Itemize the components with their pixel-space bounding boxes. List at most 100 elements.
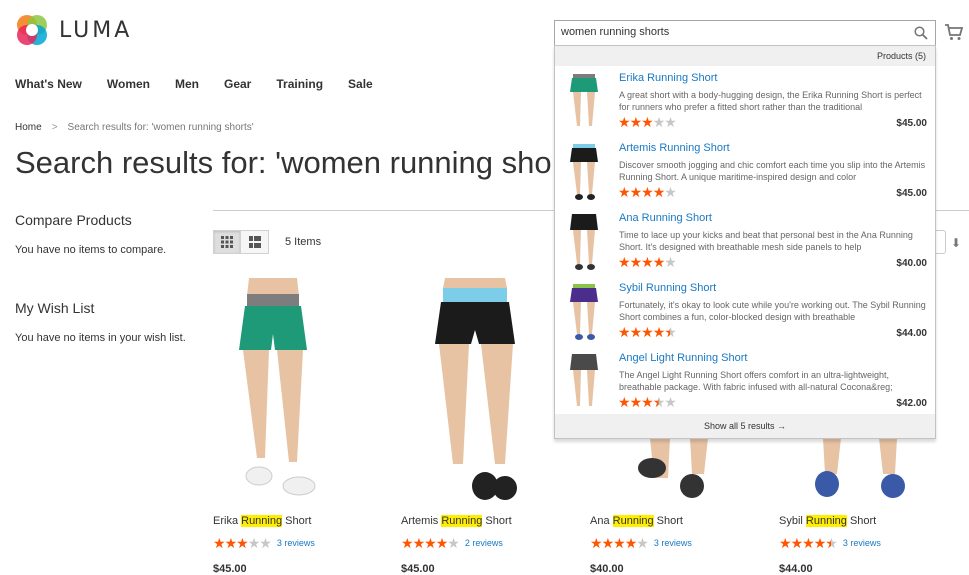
star-empty-icon: ★ [636,535,649,551]
product-name-prefix: Ana [590,515,613,527]
reviews-link[interactable]: 3 reviews [277,538,315,548]
suggestion-thumbnail [570,144,598,200]
suggestion-rating-stars: ★★★★★ [618,254,677,270]
sort-select[interactable] [936,230,946,254]
product-name[interactable]: Sybil Running Short [779,515,876,527]
rating-stars: ★★★★★ [401,535,460,551]
star-filled-icon: ★ [652,254,666,270]
star-filled-icon: ★ [424,535,437,551]
product-rating: ★★★★★ 3 reviews [779,536,881,550]
product-price: $44.00 [779,563,813,575]
suggestion-item[interactable]: Sybil Running Short Fortunately, it's ok… [555,276,935,346]
star-filled-icon: ★ [618,254,631,270]
star-filled-icon: ★ [435,535,449,551]
reviews-link[interactable]: 3 reviews [654,538,692,548]
star-filled-icon: ★ [618,394,631,410]
product-rating: ★★★★★ 3 reviews [590,536,692,550]
suggestion-item[interactable]: Angel Light Running Short The Angel Ligh… [555,346,935,416]
star-filled-icon: ★ [236,535,249,551]
product-name-suffix: Short [846,515,877,527]
star-filled-icon: ★ [618,114,631,130]
nav-item-women[interactable]: Women [107,77,150,91]
sort-direction-icon[interactable]: ⬇ [951,236,961,250]
suggestion-rating-stars: ★★★★★ [618,114,677,130]
product-image[interactable] [401,278,561,502]
breadcrumb-separator: > [51,122,58,133]
star-filled-icon: ★ [652,324,666,340]
suggestion-item[interactable]: Artemis Running Short Discover smooth jo… [555,136,935,206]
suggestion-description: A great short with a body-hugging design… [619,90,922,112]
star-filled-icon: ★ [641,394,654,410]
nav-item-whats-new[interactable]: What's New [15,77,82,91]
star-empty-icon: ★ [664,254,677,270]
search-icon[interactable] [914,26,928,40]
star-half-icon: ★ [664,324,677,340]
suggestion-name[interactable]: Ana Running Short [619,212,712,224]
suggestion-rating-stars: ★★★★★ [618,324,677,340]
star-filled-icon: ★ [601,535,615,551]
show-all-results-link[interactable]: Show all 5 results → [555,414,935,438]
suggestion-price: $42.00 [896,398,927,409]
star-filled-icon: ★ [613,535,626,551]
star-filled-icon: ★ [224,535,238,551]
star-half-icon: ★ [652,394,666,410]
luma-logo-icon [15,13,49,47]
compare-products-block: Compare Products You have no items to co… [15,212,166,256]
star-filled-icon: ★ [641,324,654,340]
product-name-prefix: Sybil [779,515,806,527]
suggestion-thumbnail [570,284,598,340]
product-name[interactable]: Artemis Running Short [401,515,512,527]
nav-item-sale[interactable]: Sale [348,77,373,91]
reviews-link[interactable]: 3 reviews [843,538,881,548]
search-box [554,20,936,46]
toolbar-item-count: 5 Items [285,236,322,248]
grid-view-button[interactable] [213,230,241,254]
product-name-prefix: Artemis [401,515,442,527]
star-filled-icon: ★ [618,324,631,340]
star-filled-icon: ★ [624,535,638,551]
brand-name: LUMA [59,17,133,43]
search-term-highlight: Running [441,515,483,527]
product-price: $45.00 [213,563,247,575]
suggestion-name[interactable]: Artemis Running Short [619,142,730,154]
star-empty-icon: ★ [652,114,666,130]
search-term-highlight: Running [805,515,847,527]
product-name[interactable]: Erika Running Short [213,515,311,527]
luma-logo[interactable]: LUMA [15,13,132,47]
search-term-highlight: Running [241,515,283,527]
suggestion-name[interactable]: Erika Running Short [619,72,717,84]
product-image[interactable] [213,276,373,502]
suggestion-name[interactable]: Sybil Running Short [619,282,716,294]
star-empty-icon: ★ [259,535,272,551]
search-term-highlight: Running [612,515,654,527]
product-name[interactable]: Ana Running Short [590,515,683,527]
search-input[interactable] [561,26,891,38]
nav-item-gear[interactable]: Gear [224,77,251,91]
cart-icon[interactable] [944,22,964,42]
breadcrumb-home[interactable]: Home [15,122,42,133]
suggestion-thumbnail [570,214,598,270]
product-rating: ★★★★★ 2 reviews [401,536,503,550]
suggestion-price: $45.00 [896,118,927,129]
star-filled-icon: ★ [641,254,654,270]
suggestion-rating-stars: ★★★★★ [618,394,677,410]
suggestion-description: Time to lace up your kicks and beat that… [619,230,913,252]
suggestion-thumbnail [570,74,598,126]
suggestion-description: Discover smooth jogging and chic comfort… [619,160,926,182]
nav-item-men[interactable]: Men [175,77,199,91]
product-price: $40.00 [590,563,624,575]
rating-stars: ★★★★★ [779,535,838,551]
product-name-suffix: Short [482,515,512,527]
suggestion-item[interactable]: Erika Running Short A great short with a… [555,66,935,136]
product-item[interactable]: Erika Running Short ★★★★★ 3 reviews $45.… [213,276,373,575]
suggestion-item[interactable]: Ana Running Short Time to lace up your k… [555,206,935,276]
wishlist-title: My Wish List [15,300,95,316]
product-item[interactable]: Artemis Running Short ★★★★★ 2 reviews $4… [401,278,561,575]
suggestion-description: Fortunately, it's okay to look cute whil… [619,300,926,322]
list-view-button[interactable] [241,230,269,254]
rating-stars: ★★★★★ [590,535,649,551]
suggestion-name[interactable]: Angel Light Running Short [619,352,747,364]
nav-item-training[interactable]: Training [276,77,323,91]
star-filled-icon: ★ [813,535,827,551]
reviews-link[interactable]: 2 reviews [465,538,503,548]
